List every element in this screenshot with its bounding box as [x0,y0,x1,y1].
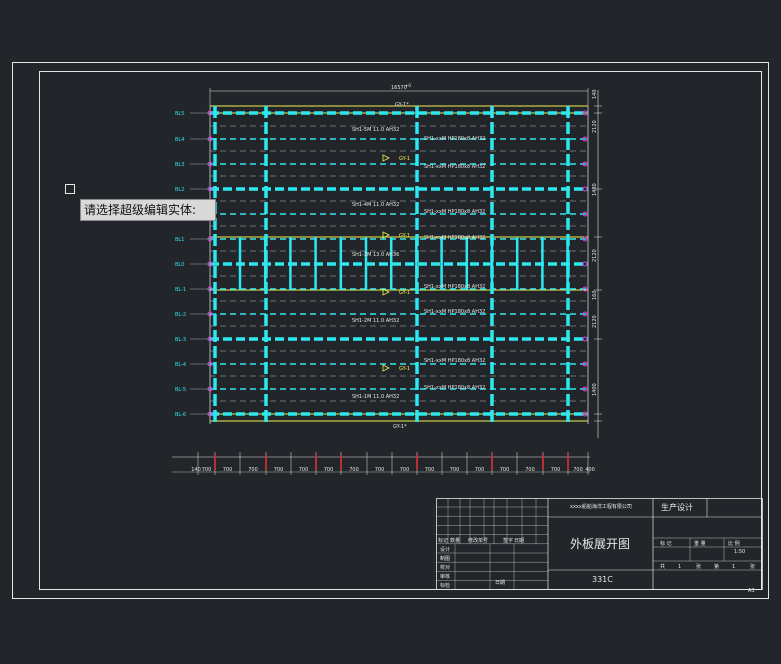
revision-header: 标记 [438,537,448,544]
row-label: BL2 [175,187,184,193]
scale-header: 重 量 [694,540,706,547]
seam-marker-right [582,186,588,192]
row-label: BL-3 [175,337,186,343]
profile-note: SH1-xxM HP180x8 AH32 [424,209,485,215]
bottom-dimension-text: 700 [475,467,485,473]
date-label: 日期 [495,580,506,586]
profile-note: SH1-xxM HP180x8 AH32 [424,358,485,364]
row-label: BL-4 [175,362,186,368]
scale-value: 1:50 [734,549,746,555]
gy-label: GY-1 [399,290,410,296]
paper-size: A3 [748,588,755,594]
bottom-dimension-text: 700 [299,467,309,473]
right-dimension-text: 2120 [592,249,598,262]
row-label: BL-6 [175,412,186,418]
design-stage: 生产设计 [661,503,693,512]
row-label: BL1 [175,237,184,243]
right-dimension-text: 1400 [592,383,598,396]
cad-drawing-area[interactable]: BL5 BL4 BL3 BL2 BL1 BL0 BL-1 BL-2 BL-3 BL-4 BL-5 BL… [0,0,781,664]
sheet-info: 第 [714,563,719,570]
bottom-dimension-text: 700 [324,467,334,473]
drawing-title: 外板展开图 [570,537,631,551]
plate-note: SH1-4M 11.0 AH32 [352,202,399,208]
bottom-dimension-text: 700 [573,467,583,473]
bottom-dimension-text: 700 [450,467,460,473]
bottom-dimension-text: 700 [525,467,535,473]
plate-annotations: BL5 BL4 BL3 BL2 BL1 BL0 BL-1 BL-2 BL-3 BL-4 BL-5 BL… [172,88,602,475]
gy-label: GY-1 [399,233,410,239]
drawing-number: 331C [592,575,613,584]
gy-arrow [382,154,390,162]
role-label: 审核 [440,573,450,580]
scale-header: 比 例 [728,540,740,547]
overall-dimension-tolerance: +0 [405,83,411,88]
revision-header: 修改单号 [468,537,488,544]
sheet-info: 1 [732,564,735,570]
profile-note: SH1-xxM HP180x8 AH32 [424,309,485,315]
company-name: xxxx船舶海洋工程有限公司 [570,504,632,510]
plate-note: SH1-3M 13.0 AH36 [352,252,399,258]
right-dimension-text: 160 [592,290,598,300]
profile-note: SH1-xxM HP180x8 AH32 [424,235,485,241]
pick-box-cursor [65,184,75,194]
right-dimension-text: 140 [592,89,598,99]
plate-note: SH1-1M 11.0 AH32 [352,394,399,400]
profile-note: SH1-xxM HP180x8 AH32 [424,164,485,170]
row-label: BL0 [175,262,184,268]
revision-header: 日期 [514,538,524,544]
gy-label: GY-1 [399,366,410,372]
bottom-dimension-text: 700 [500,467,510,473]
scale-header: 标 记 [660,540,672,547]
bottom-dimension-text: 700 [248,467,258,473]
row-label: BL5 [175,111,184,117]
profile-note: SH1-xxM HP180x8 AH32 [424,385,485,391]
frame-label-top: GY-1* [395,102,409,108]
plate-note: SH1-5M 11.0 AH32 [352,127,399,133]
plate-note: SH1-2M 11.0 AH32 [352,318,399,324]
bottom-dimension-text: 700 [375,467,385,473]
seam-marker-right [582,336,588,342]
sheet-info: 张 [696,563,701,570]
seam-marker-right [582,261,588,267]
right-dimension-text: 2120 [592,315,598,328]
role-label: 制图 [440,555,450,562]
sheet-info: 共 [660,563,665,570]
frame-label-bottom: GY-1* [393,424,407,430]
gy-label: GY-1 [399,156,410,162]
bottom-dimension-text: 700 [400,467,410,473]
row-label: BL-5 [175,387,186,393]
role-label: 校对 [440,564,450,571]
role-label: 标检 [440,582,450,589]
profile-note: SH1-xxM HP180x8 AH32 [424,136,485,142]
bottom-dimension-text: 700 [349,467,359,473]
row-label: BL3 [175,162,184,168]
bottom-dimension-text: 140 [191,467,201,473]
sheet-border [12,62,769,599]
row-label: BL4 [175,137,184,143]
right-dimension-text: 2120 [592,120,598,133]
bottom-dimension-text: 400 [585,467,595,473]
row-label: BL-1 [175,287,186,293]
role-label: 设计 [440,546,450,553]
profile-note: SH1-xxM HP180x8 AH32 [424,284,485,290]
bottom-dimension-text: 700 [274,467,284,473]
row-label: BL-2 [175,312,186,318]
bottom-dimension-text: 700 [202,467,212,473]
sheet-info: 张 [750,563,755,570]
sheet-info: 1 [678,564,681,570]
right-dimension-text: 1480 [592,183,598,196]
bottom-dimension-text: 700 [425,467,435,473]
shell-expansion-plate [207,105,589,424]
bottom-dimension-text: 700 [551,467,561,473]
gy-arrow [382,364,390,372]
revision-header: 数量 [450,537,460,544]
command-prompt-tooltip: 请选择超级编辑实体: [80,199,216,221]
revision-header: 签字 [503,537,513,544]
bottom-dimension-text: 700 [223,467,233,473]
